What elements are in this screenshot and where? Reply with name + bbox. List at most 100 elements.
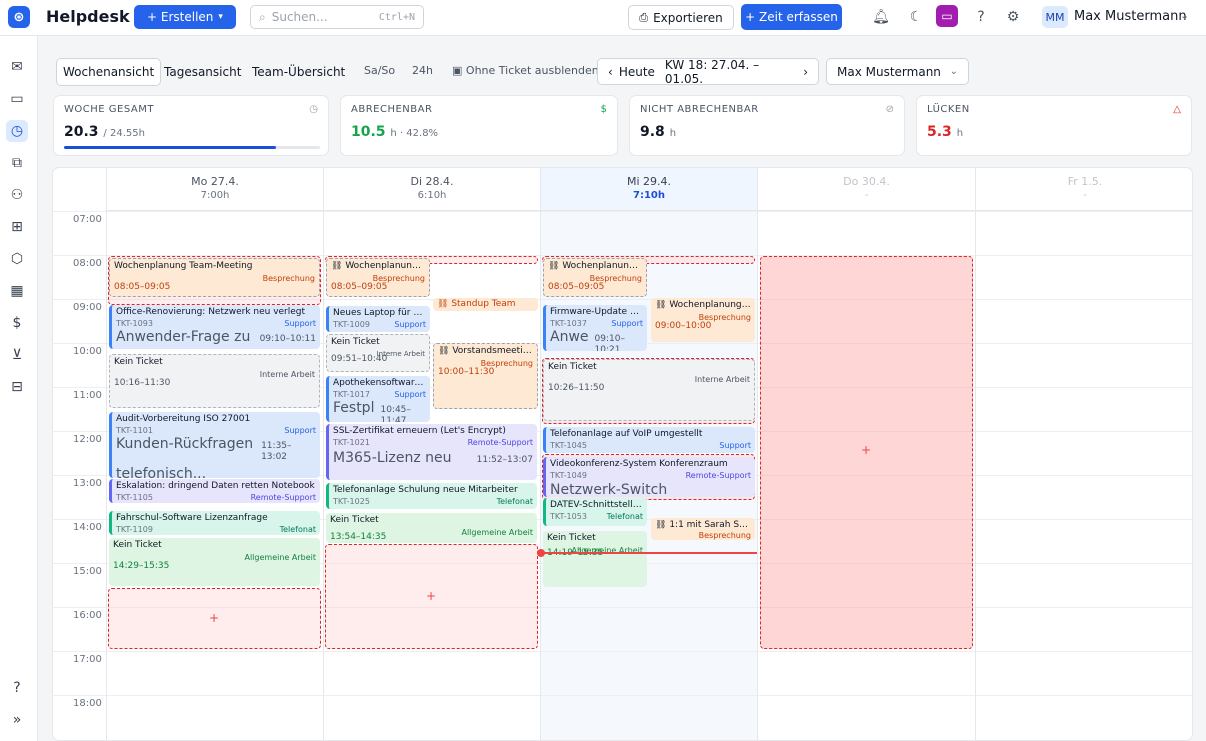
stat-week-total: WOCHE GESAMT ◷ 20.3 / 24.55h (53, 95, 329, 156)
calendar-event[interactable]: Kein Ticket Interne Arbeit 10:16–11:30 (109, 354, 320, 408)
stat-label: NICHT ABRECHENBAR (640, 104, 759, 115)
day-date: Mo 27.4. (191, 175, 239, 188)
calendar-event[interactable]: Kein Ticket Allgemeine Arbeit 14:29–15:3… (109, 538, 320, 586)
add-icon[interactable]: + (209, 611, 219, 625)
event-category: Besprechung (698, 313, 751, 322)
today-button[interactable]: Heute (619, 65, 655, 79)
event-category: Remote-Support (685, 471, 751, 480)
event-title: Wochenplanung T... (562, 261, 642, 271)
box-icon[interactable]: ⬡ (6, 248, 28, 270)
expand-icon[interactable]: » (6, 709, 28, 731)
calendar-event[interactable]: Kein Ticket Interne Arbeit 10:26–11:50 (543, 359, 755, 421)
weekend-toggle[interactable]: Sa/So (364, 64, 395, 77)
checkbox-icon: ▣ (452, 64, 463, 77)
clock-icon[interactable]: ◷ (6, 120, 28, 142)
event-overflow-text: M365-Lizenz neu (333, 450, 452, 466)
stat-sub: / 24.55h (103, 128, 145, 139)
calendar-event[interactable]: Videokonferenz-System Konferenzraum TKT-… (543, 457, 755, 497)
book-icon[interactable]: ⊟ (6, 376, 28, 398)
24h-toggle[interactable]: 24h (412, 64, 433, 77)
hide-no-ticket-toggle[interactable]: ▣ Ohne Ticket ausblenden (452, 64, 599, 77)
dollar-icon[interactable]: $ (6, 312, 28, 334)
create-button[interactable]: + Erstellen ▾ (134, 5, 236, 29)
calendar-event[interactable]: Apothekensoftware L... TKT-1017 Support … (326, 376, 430, 422)
calendar-event[interactable]: ⛓ 1:1 mit Sarah Sch... Besprechung (651, 518, 755, 540)
chevron-down-icon: ⌄ (949, 66, 958, 77)
current-time-dot (537, 549, 545, 557)
tab-day[interactable]: Tagesansicht (158, 58, 247, 86)
tab-week[interactable]: Wochenansicht (56, 58, 162, 86)
export-icon: ⎙ (639, 10, 649, 24)
calendar-event[interactable]: DATEV-Schnittstelle ei... TKT-1053 Telef… (543, 498, 647, 526)
calendar-event[interactable]: Telefonanlage Schulung neue Mitarbeiter … (326, 483, 537, 509)
gear-icon[interactable]: ⚙ (1004, 9, 1022, 25)
chevron-left-icon[interactable]: ‹ (602, 65, 619, 79)
event-time: 11:35–13:02 (261, 441, 292, 462)
event-overflow-text: Festpl (333, 400, 375, 416)
chip-icon[interactable]: ⊞ (6, 216, 28, 238)
help-icon[interactable]: ? (6, 677, 28, 699)
user-name[interactable]: Max Mustermann (1074, 9, 1187, 24)
user-icon[interactable]: ⚇ (6, 184, 28, 206)
cart-icon[interactable]: ⊻ (6, 344, 28, 366)
event-title: SSL-Zertifikat erneuern (Let's Encrypt) (333, 426, 506, 436)
user-select[interactable]: Max Mustermann ⌄ (826, 58, 969, 85)
hour-label: 10:00 (73, 346, 102, 357)
hour-label: 15:00 (73, 566, 102, 577)
event-category: Besprechung (698, 531, 751, 540)
day-hours: - (1083, 190, 1087, 201)
avatar[interactable]: MM (1042, 6, 1068, 28)
calendar-event[interactable]: SSL-Zertifikat erneuern (Let's Encrypt) … (326, 424, 537, 480)
calendar-event[interactable]: ⛓ Wochenplanung T... Besprechung 08:05–0… (543, 258, 647, 297)
calculator-icon[interactable]: ▦ (6, 280, 28, 302)
chat-icon[interactable]: ▭ (936, 5, 958, 27)
add-time-button[interactable]: + Zeit erfassen (741, 4, 842, 30)
tab-team[interactable]: Team-Übersicht (246, 58, 351, 86)
add-icon[interactable]: + (426, 589, 436, 603)
calendar-event[interactable]: Office-Renovierung: Netzwerk neu verlegt… (109, 305, 320, 349)
calendar-event[interactable]: Fahrschul-Software Lizenzanfrage TKT-110… (109, 511, 320, 535)
gap-slot[interactable]: + (108, 588, 321, 649)
app-logo-icon[interactable]: ⊛ (8, 6, 30, 28)
event-title: Videokonferenz-System Konferenzraum (550, 459, 728, 469)
calendar-event[interactable]: Wochenplanung Team-Meeting Besprechung 0… (109, 258, 320, 297)
calendar-event[interactable]: Audit-Vorbereitung ISO 27001 TKT-1101 Su… (109, 412, 320, 478)
calendar-event[interactable]: Neues Laptop für Auß... TKT-1009 Support (326, 306, 430, 332)
gap-slot[interactable]: + (760, 256, 973, 649)
ticket-icon[interactable]: ▭ (6, 88, 28, 110)
calendar-event[interactable]: Telefonanlage auf VoIP umgestellt TKT-10… (543, 427, 755, 453)
calendar-event[interactable]: ⛓ Vorstandsmeeting... Besprechung 10:00–… (433, 343, 538, 409)
org-chart-icon[interactable]: ⧉ (6, 152, 28, 174)
hour-label: 13:00 (73, 478, 102, 489)
chevron-down-icon[interactable]: ⌄ (1180, 9, 1189, 22)
help-icon[interactable]: ? (972, 9, 990, 25)
event-title: Neues Laptop für Auß... (333, 308, 426, 318)
calendar-event[interactable]: ⛓ Wochenplanung ... Besprechung 09:00–10… (651, 298, 755, 342)
event-category: Remote-Support (250, 493, 316, 502)
hour-label: 14:00 (73, 522, 102, 533)
calendar-event[interactable]: ⛓ Standup Team (433, 298, 538, 311)
bell-icon[interactable]: 🔔︎ (872, 9, 890, 25)
moon-icon[interactable]: ☾ (907, 9, 925, 25)
event-overflow-text: Anwender-Frage zu (116, 329, 251, 345)
export-button[interactable]: ⎙ Exportieren (628, 5, 734, 30)
calendar-event[interactable]: Firmware-Update auf ... TKT-1037 Support… (543, 305, 647, 351)
current-time-line (540, 552, 757, 554)
inbox-icon[interactable]: ✉ (6, 56, 28, 78)
stat-label: ABRECHENBAR (351, 104, 433, 115)
calendar-event[interactable]: ⛓ Wochenplanung T... Besprechung 08:05–0… (326, 258, 430, 297)
event-category: Besprechung (372, 274, 425, 283)
calendar-event[interactable]: Kein Ticket Interne Arbeit 09:51–10:40 (326, 334, 430, 372)
day-hours: 7:00h (200, 190, 230, 201)
stat-sub: h (956, 128, 964, 139)
calendar-event[interactable]: Eskalation: dringend Daten retten Notebo… (109, 479, 320, 503)
calendar-event[interactable]: Kein Ticket Allgemeine Arbeit 14:19–15:3… (543, 531, 647, 587)
chevron-right-icon[interactable]: › (797, 65, 814, 79)
search-input[interactable]: ⌕ Suchen... Ctrl+N (250, 5, 424, 29)
gap-slot[interactable]: + (325, 544, 538, 649)
calendar-event[interactable]: Kein Ticket Allgemeine Arbeit 13:54–14:3… (326, 513, 537, 543)
day-date: Do 30.4. (843, 175, 890, 188)
add-icon[interactable]: + (861, 443, 871, 457)
event-time: 10:45–11:47 (380, 405, 411, 422)
event-title: Kein Ticket (331, 337, 380, 347)
